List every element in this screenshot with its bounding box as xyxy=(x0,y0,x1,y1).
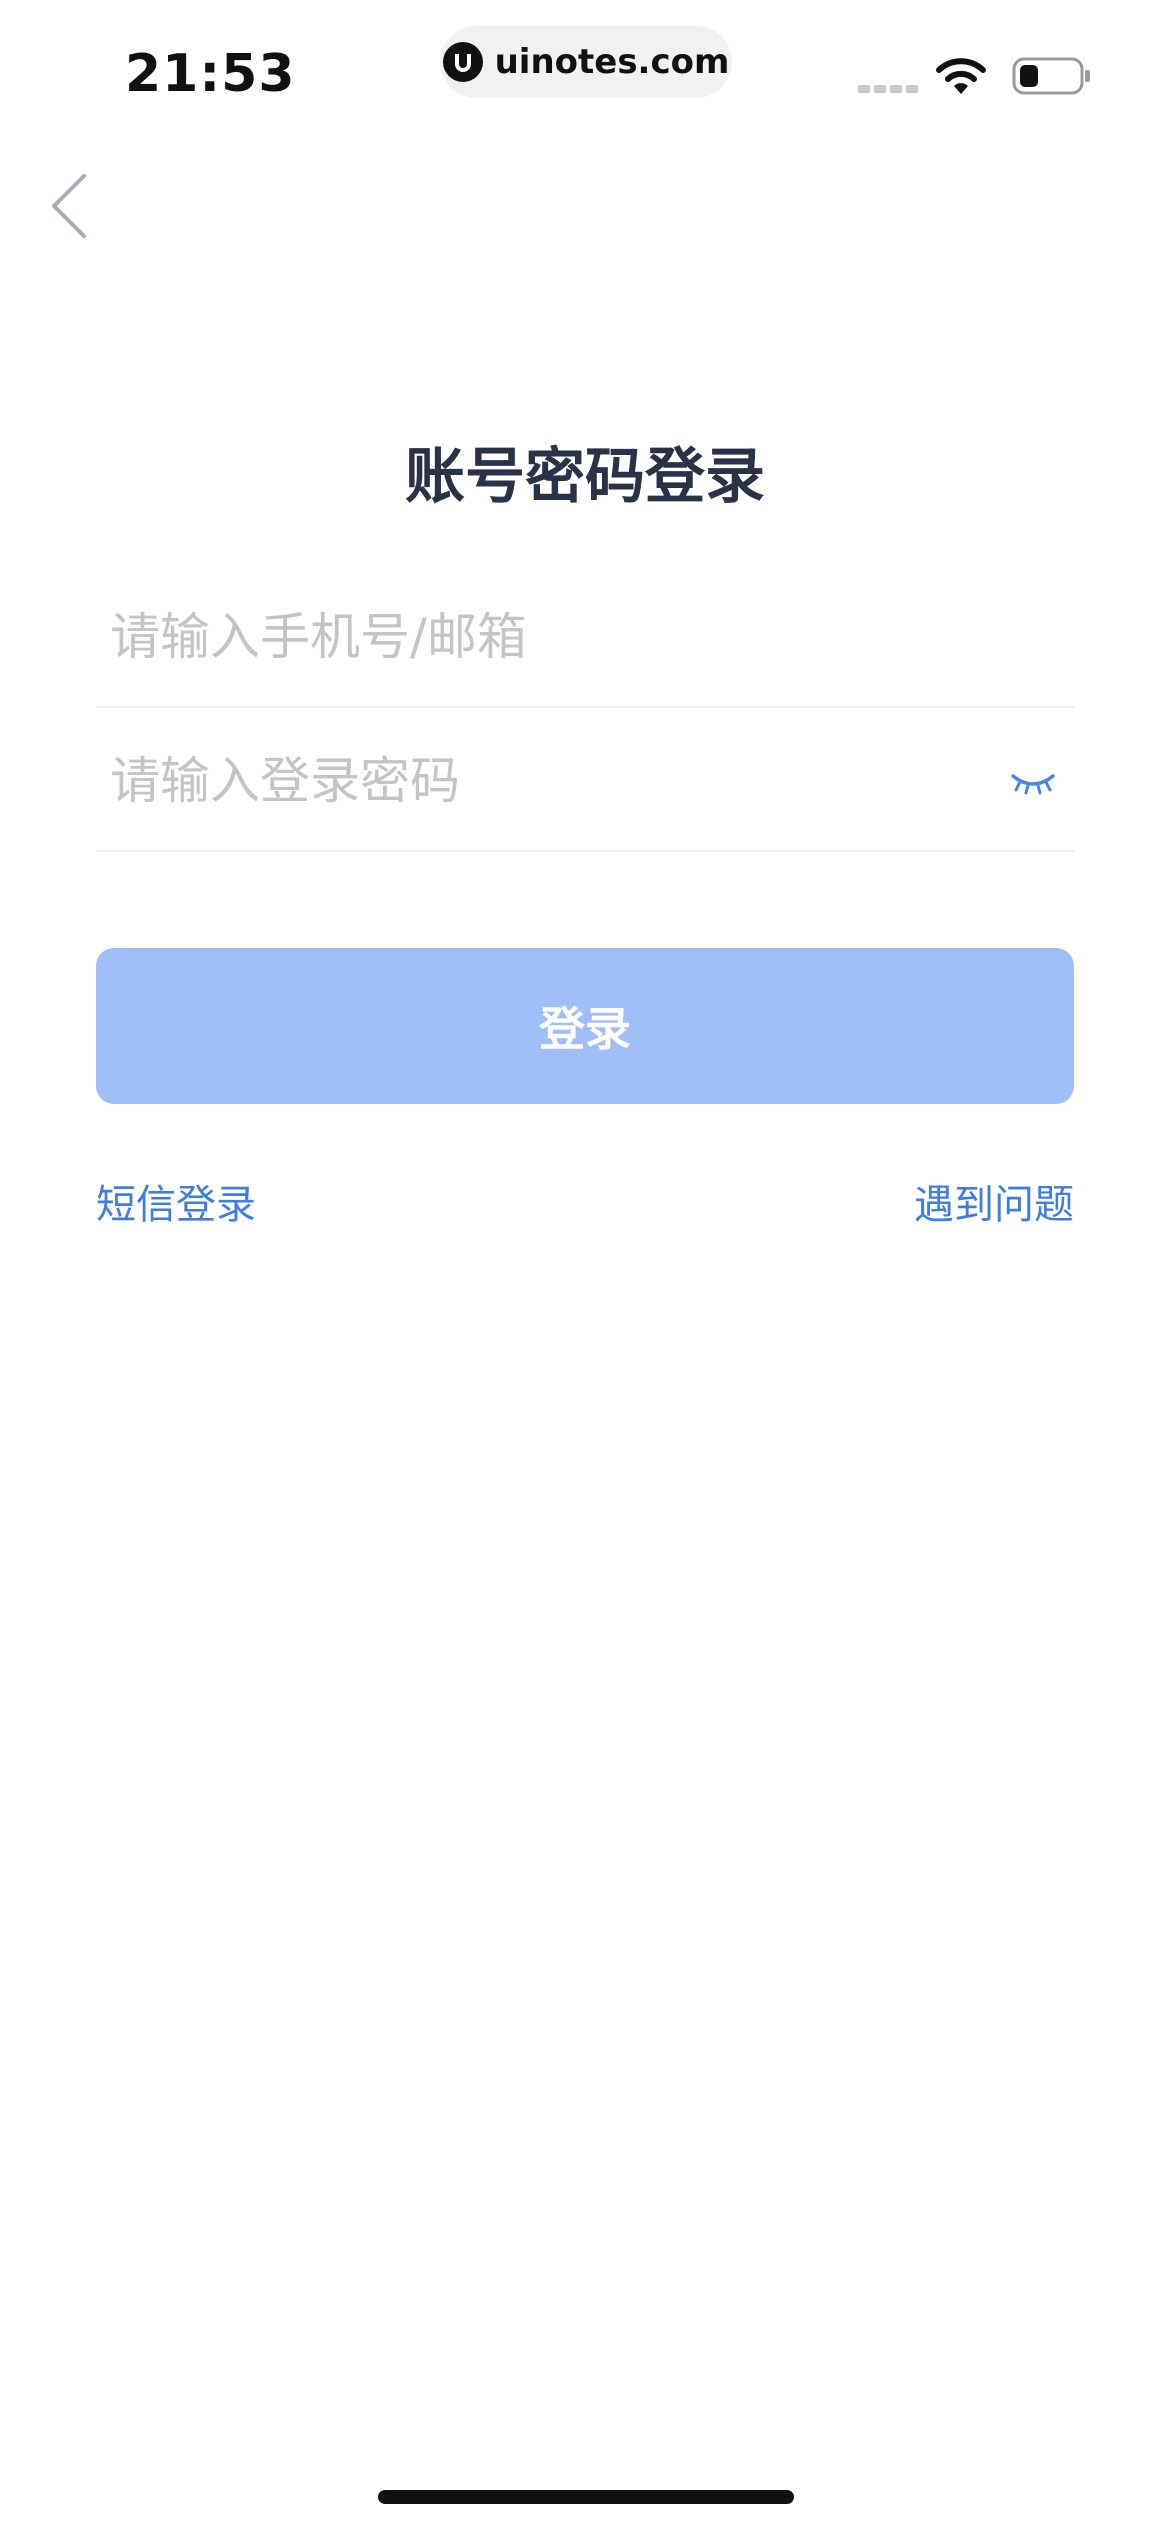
page-title: 账号密码登录 xyxy=(405,442,765,512)
chevron-left-icon xyxy=(52,174,86,238)
watermark-text: uinotes.com xyxy=(494,42,730,82)
password-field xyxy=(96,712,1074,852)
password-input[interactable] xyxy=(96,752,956,810)
sms-login-link[interactable]: 短信登录 xyxy=(96,1172,256,1230)
home-indicator xyxy=(378,2490,794,2504)
status-time: 21:53 xyxy=(125,44,296,104)
help-link[interactable]: 遇到问题 xyxy=(914,1172,1074,1230)
password-visibility-toggle[interactable] xyxy=(1008,762,1058,802)
login-button[interactable]: 登录 xyxy=(96,948,1074,1104)
login-screen: 21:53 uinotes.com 账号密码登录 请输入手机号/邮箱 登录 短信… xyxy=(0,0,1170,2532)
wifi-icon xyxy=(936,58,986,94)
eye-closed-icon xyxy=(1011,774,1055,795)
back-button[interactable] xyxy=(46,172,90,240)
battery-icon xyxy=(1012,57,1090,95)
account-field xyxy=(96,568,1074,708)
status-bar: 21:53 uinotes.com xyxy=(0,0,1170,150)
watermark-badge: uinotes.com xyxy=(440,26,732,98)
watermark-logo-icon xyxy=(442,42,483,82)
account-input[interactable] xyxy=(96,608,956,666)
signal-icon xyxy=(858,85,918,93)
